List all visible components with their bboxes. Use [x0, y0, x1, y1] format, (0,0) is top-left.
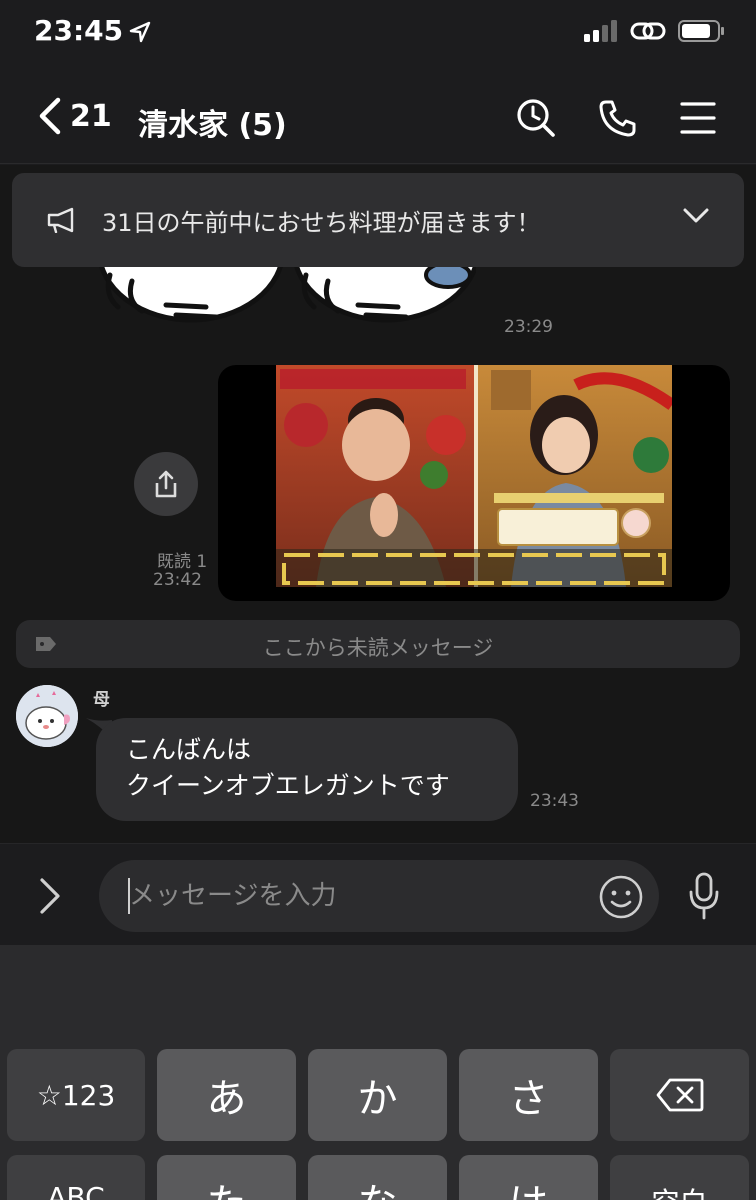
key-abc[interactable]: ABC: [7, 1155, 145, 1200]
emoji-icon[interactable]: [598, 874, 644, 920]
avatar[interactable]: [16, 685, 78, 747]
header-actions: [516, 98, 716, 138]
sender-name: 母: [93, 690, 110, 710]
sticker-timestamp: 23:29: [504, 317, 553, 337]
text-caret: [128, 878, 130, 914]
status-time: 23:45: [34, 14, 124, 47]
chevron-down-icon[interactable]: [682, 207, 710, 225]
unread-divider: ここから未読メッセージ: [16, 620, 740, 668]
menu-icon[interactable]: [680, 98, 716, 138]
unread-divider-text: ここから未読メッセージ: [262, 636, 494, 660]
chat-header: 21 清水家 (5): [0, 68, 756, 164]
read-receipt: 既読 1: [157, 552, 208, 572]
back-button[interactable]: 21: [36, 96, 112, 136]
key-ta[interactable]: た: [157, 1155, 296, 1200]
video-message[interactable]: [218, 365, 730, 601]
key-space[interactable]: 空白: [610, 1155, 749, 1200]
unread-count: 21: [70, 98, 112, 134]
key-ha[interactable]: は: [459, 1155, 598, 1200]
message-timestamp: 23:43: [530, 791, 579, 811]
key-ka[interactable]: か: [308, 1049, 447, 1141]
key-na[interactable]: な: [308, 1155, 447, 1200]
microphone-icon[interactable]: [688, 872, 720, 920]
phone-icon[interactable]: [598, 98, 638, 138]
battery-icon: [678, 20, 724, 42]
chevron-right-icon[interactable]: [36, 876, 64, 916]
video-timestamp: 23:42: [153, 570, 202, 590]
key-numbers[interactable]: ☆123: [7, 1049, 145, 1141]
announcement-banner[interactable]: 31日の午前中におせち料理が届きます！: [12, 173, 744, 267]
key-sa[interactable]: さ: [459, 1049, 598, 1141]
megaphone-icon: [47, 207, 74, 233]
avatar-image: [16, 685, 78, 747]
chevron-left-icon: [39, 97, 61, 135]
status-indicators: [584, 18, 726, 44]
backspace-icon: [656, 1078, 703, 1112]
keyboard: ☆123 あ か さ ABC た な は 空白: [0, 945, 756, 1200]
location-arrow-icon: [129, 21, 151, 43]
signal-icon: [584, 20, 617, 42]
message-input-bar: [0, 843, 756, 945]
status-bar: 23:45: [0, 0, 756, 68]
key-a[interactable]: あ: [157, 1049, 296, 1141]
chat-area[interactable]: 31日の午前中におせち料理が届きます！ 23:29 既読 1 23:42 ここか…: [0, 165, 756, 843]
message-line: こんばんは: [126, 735, 252, 764]
link-icon: [630, 22, 666, 40]
message-bubble[interactable]: こんばんは クイーンオブエレガントです: [96, 718, 518, 821]
video-thumbnail: [276, 365, 672, 587]
chat-title: 清水家 (5): [138, 108, 287, 143]
share-icon: [155, 470, 177, 498]
key-backspace[interactable]: [610, 1049, 749, 1141]
announcement-text: 31日の午前中におせち料理が届きます！: [102, 208, 541, 237]
share-button[interactable]: [134, 452, 198, 516]
search-icon[interactable]: [516, 98, 556, 138]
message-input[interactable]: [99, 860, 659, 932]
message-line: クイーンオブエレガントです: [126, 771, 450, 800]
